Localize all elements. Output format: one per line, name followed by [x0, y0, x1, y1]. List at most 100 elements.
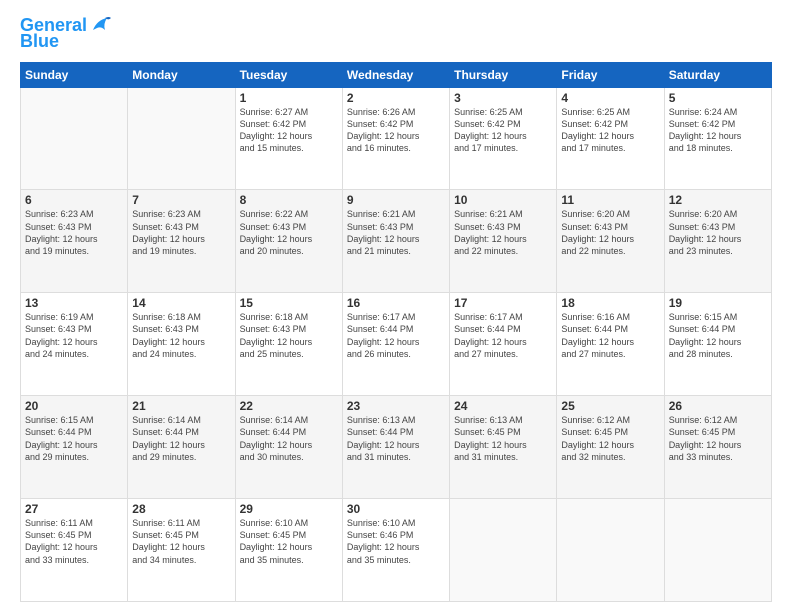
daylight-minutes: and 27 minutes. [454, 349, 518, 359]
sunrise-text: Sunrise: 6:11 AM [132, 518, 200, 528]
day-info: Sunrise: 6:14 AMSunset: 6:44 PMDaylight:… [132, 414, 230, 463]
day-info: Sunrise: 6:12 AMSunset: 6:45 PMDaylight:… [669, 414, 767, 463]
daylight-hours: Daylight: 12 hours [669, 440, 742, 450]
sunset-text: Sunset: 6:44 PM [25, 427, 92, 437]
sunset-text: Sunset: 6:43 PM [454, 222, 521, 232]
sunset-text: Sunset: 6:45 PM [132, 530, 199, 540]
calendar-cell [450, 499, 557, 602]
daylight-hours: Daylight: 12 hours [240, 542, 313, 552]
sunrise-text: Sunrise: 6:23 AM [132, 209, 201, 219]
sunrise-text: Sunrise: 6:15 AM [669, 312, 738, 322]
day-number: 18 [561, 296, 659, 310]
sunset-text: Sunset: 6:43 PM [240, 324, 307, 334]
daylight-minutes: and 15 minutes. [240, 143, 304, 153]
daylight-hours: Daylight: 12 hours [454, 131, 527, 141]
calendar-cell: 29Sunrise: 6:10 AMSunset: 6:45 PMDayligh… [235, 499, 342, 602]
day-number: 5 [669, 91, 767, 105]
daylight-hours: Daylight: 12 hours [25, 542, 98, 552]
logo-bird-icon [89, 16, 111, 34]
calendar-cell: 21Sunrise: 6:14 AMSunset: 6:44 PMDayligh… [128, 396, 235, 499]
sunrise-text: Sunrise: 6:16 AM [561, 312, 630, 322]
day-number: 26 [669, 399, 767, 413]
daylight-hours: Daylight: 12 hours [240, 131, 313, 141]
daylight-minutes: and 32 minutes. [561, 452, 625, 462]
sunset-text: Sunset: 6:44 PM [240, 427, 307, 437]
calendar-cell: 11Sunrise: 6:20 AMSunset: 6:43 PMDayligh… [557, 190, 664, 293]
calendar-cell [21, 87, 128, 190]
sunset-text: Sunset: 6:45 PM [669, 427, 736, 437]
calendar-cell: 10Sunrise: 6:21 AMSunset: 6:43 PMDayligh… [450, 190, 557, 293]
sunset-text: Sunset: 6:44 PM [454, 324, 521, 334]
day-number: 8 [240, 193, 338, 207]
daylight-hours: Daylight: 12 hours [25, 337, 98, 347]
daylight-hours: Daylight: 12 hours [347, 337, 420, 347]
daylight-hours: Daylight: 12 hours [240, 440, 313, 450]
sunrise-text: Sunrise: 6:25 AM [561, 107, 630, 117]
day-number: 12 [669, 193, 767, 207]
sunset-text: Sunset: 6:44 PM [347, 324, 414, 334]
sunrise-text: Sunrise: 6:13 AM [347, 415, 416, 425]
calendar-cell: 19Sunrise: 6:15 AMSunset: 6:44 PMDayligh… [664, 293, 771, 396]
day-number: 19 [669, 296, 767, 310]
day-number: 22 [240, 399, 338, 413]
calendar-cell: 25Sunrise: 6:12 AMSunset: 6:45 PMDayligh… [557, 396, 664, 499]
day-info: Sunrise: 6:21 AMSunset: 6:43 PMDaylight:… [347, 208, 445, 257]
calendar-cell: 9Sunrise: 6:21 AMSunset: 6:43 PMDaylight… [342, 190, 449, 293]
calendar-cell: 18Sunrise: 6:16 AMSunset: 6:44 PMDayligh… [557, 293, 664, 396]
calendar-cell: 4Sunrise: 6:25 AMSunset: 6:42 PMDaylight… [557, 87, 664, 190]
daylight-hours: Daylight: 12 hours [454, 337, 527, 347]
calendar-cell: 28Sunrise: 6:11 AMSunset: 6:45 PMDayligh… [128, 499, 235, 602]
daylight-minutes: and 29 minutes. [25, 452, 89, 462]
weekday-header-tuesday: Tuesday [235, 62, 342, 87]
daylight-minutes: and 25 minutes. [240, 349, 304, 359]
day-info: Sunrise: 6:10 AMSunset: 6:45 PMDaylight:… [240, 517, 338, 566]
day-number: 14 [132, 296, 230, 310]
sunrise-text: Sunrise: 6:11 AM [25, 518, 93, 528]
sunrise-text: Sunrise: 6:18 AM [240, 312, 309, 322]
page: General Blue SundayMondayTuesdayWednesda… [0, 0, 792, 612]
day-number: 23 [347, 399, 445, 413]
calendar-week-2: 6Sunrise: 6:23 AMSunset: 6:43 PMDaylight… [21, 190, 772, 293]
daylight-minutes: and 28 minutes. [669, 349, 733, 359]
day-number: 1 [240, 91, 338, 105]
day-number: 2 [347, 91, 445, 105]
day-info: Sunrise: 6:20 AMSunset: 6:43 PMDaylight:… [561, 208, 659, 257]
header: General Blue [20, 16, 772, 52]
daylight-hours: Daylight: 12 hours [669, 234, 742, 244]
day-number: 27 [25, 502, 123, 516]
sunrise-text: Sunrise: 6:19 AM [25, 312, 94, 322]
sunset-text: Sunset: 6:43 PM [132, 324, 199, 334]
sunset-text: Sunset: 6:45 PM [240, 530, 307, 540]
daylight-hours: Daylight: 12 hours [561, 234, 634, 244]
calendar-week-3: 13Sunrise: 6:19 AMSunset: 6:43 PMDayligh… [21, 293, 772, 396]
daylight-minutes: and 26 minutes. [347, 349, 411, 359]
sunset-text: Sunset: 6:43 PM [669, 222, 736, 232]
calendar-cell: 15Sunrise: 6:18 AMSunset: 6:43 PMDayligh… [235, 293, 342, 396]
calendar-cell: 8Sunrise: 6:22 AMSunset: 6:43 PMDaylight… [235, 190, 342, 293]
daylight-hours: Daylight: 12 hours [132, 337, 205, 347]
weekday-header-saturday: Saturday [664, 62, 771, 87]
day-info: Sunrise: 6:13 AMSunset: 6:45 PMDaylight:… [454, 414, 552, 463]
daylight-hours: Daylight: 12 hours [132, 234, 205, 244]
calendar-cell: 16Sunrise: 6:17 AMSunset: 6:44 PMDayligh… [342, 293, 449, 396]
day-number: 16 [347, 296, 445, 310]
daylight-minutes: and 22 minutes. [454, 246, 518, 256]
calendar-cell: 7Sunrise: 6:23 AMSunset: 6:43 PMDaylight… [128, 190, 235, 293]
sunset-text: Sunset: 6:43 PM [561, 222, 628, 232]
weekday-header-monday: Monday [128, 62, 235, 87]
daylight-hours: Daylight: 12 hours [454, 440, 527, 450]
sunrise-text: Sunrise: 6:18 AM [132, 312, 201, 322]
day-info: Sunrise: 6:25 AMSunset: 6:42 PMDaylight:… [561, 106, 659, 155]
day-info: Sunrise: 6:17 AMSunset: 6:44 PMDaylight:… [347, 311, 445, 360]
calendar-cell: 2Sunrise: 6:26 AMSunset: 6:42 PMDaylight… [342, 87, 449, 190]
calendar-cell [128, 87, 235, 190]
day-info: Sunrise: 6:13 AMSunset: 6:44 PMDaylight:… [347, 414, 445, 463]
daylight-hours: Daylight: 12 hours [454, 234, 527, 244]
daylight-hours: Daylight: 12 hours [347, 234, 420, 244]
calendar-cell: 30Sunrise: 6:10 AMSunset: 6:46 PMDayligh… [342, 499, 449, 602]
sunset-text: Sunset: 6:43 PM [25, 222, 92, 232]
sunset-text: Sunset: 6:43 PM [132, 222, 199, 232]
calendar-cell: 22Sunrise: 6:14 AMSunset: 6:44 PMDayligh… [235, 396, 342, 499]
day-info: Sunrise: 6:10 AMSunset: 6:46 PMDaylight:… [347, 517, 445, 566]
calendar-cell: 1Sunrise: 6:27 AMSunset: 6:42 PMDaylight… [235, 87, 342, 190]
